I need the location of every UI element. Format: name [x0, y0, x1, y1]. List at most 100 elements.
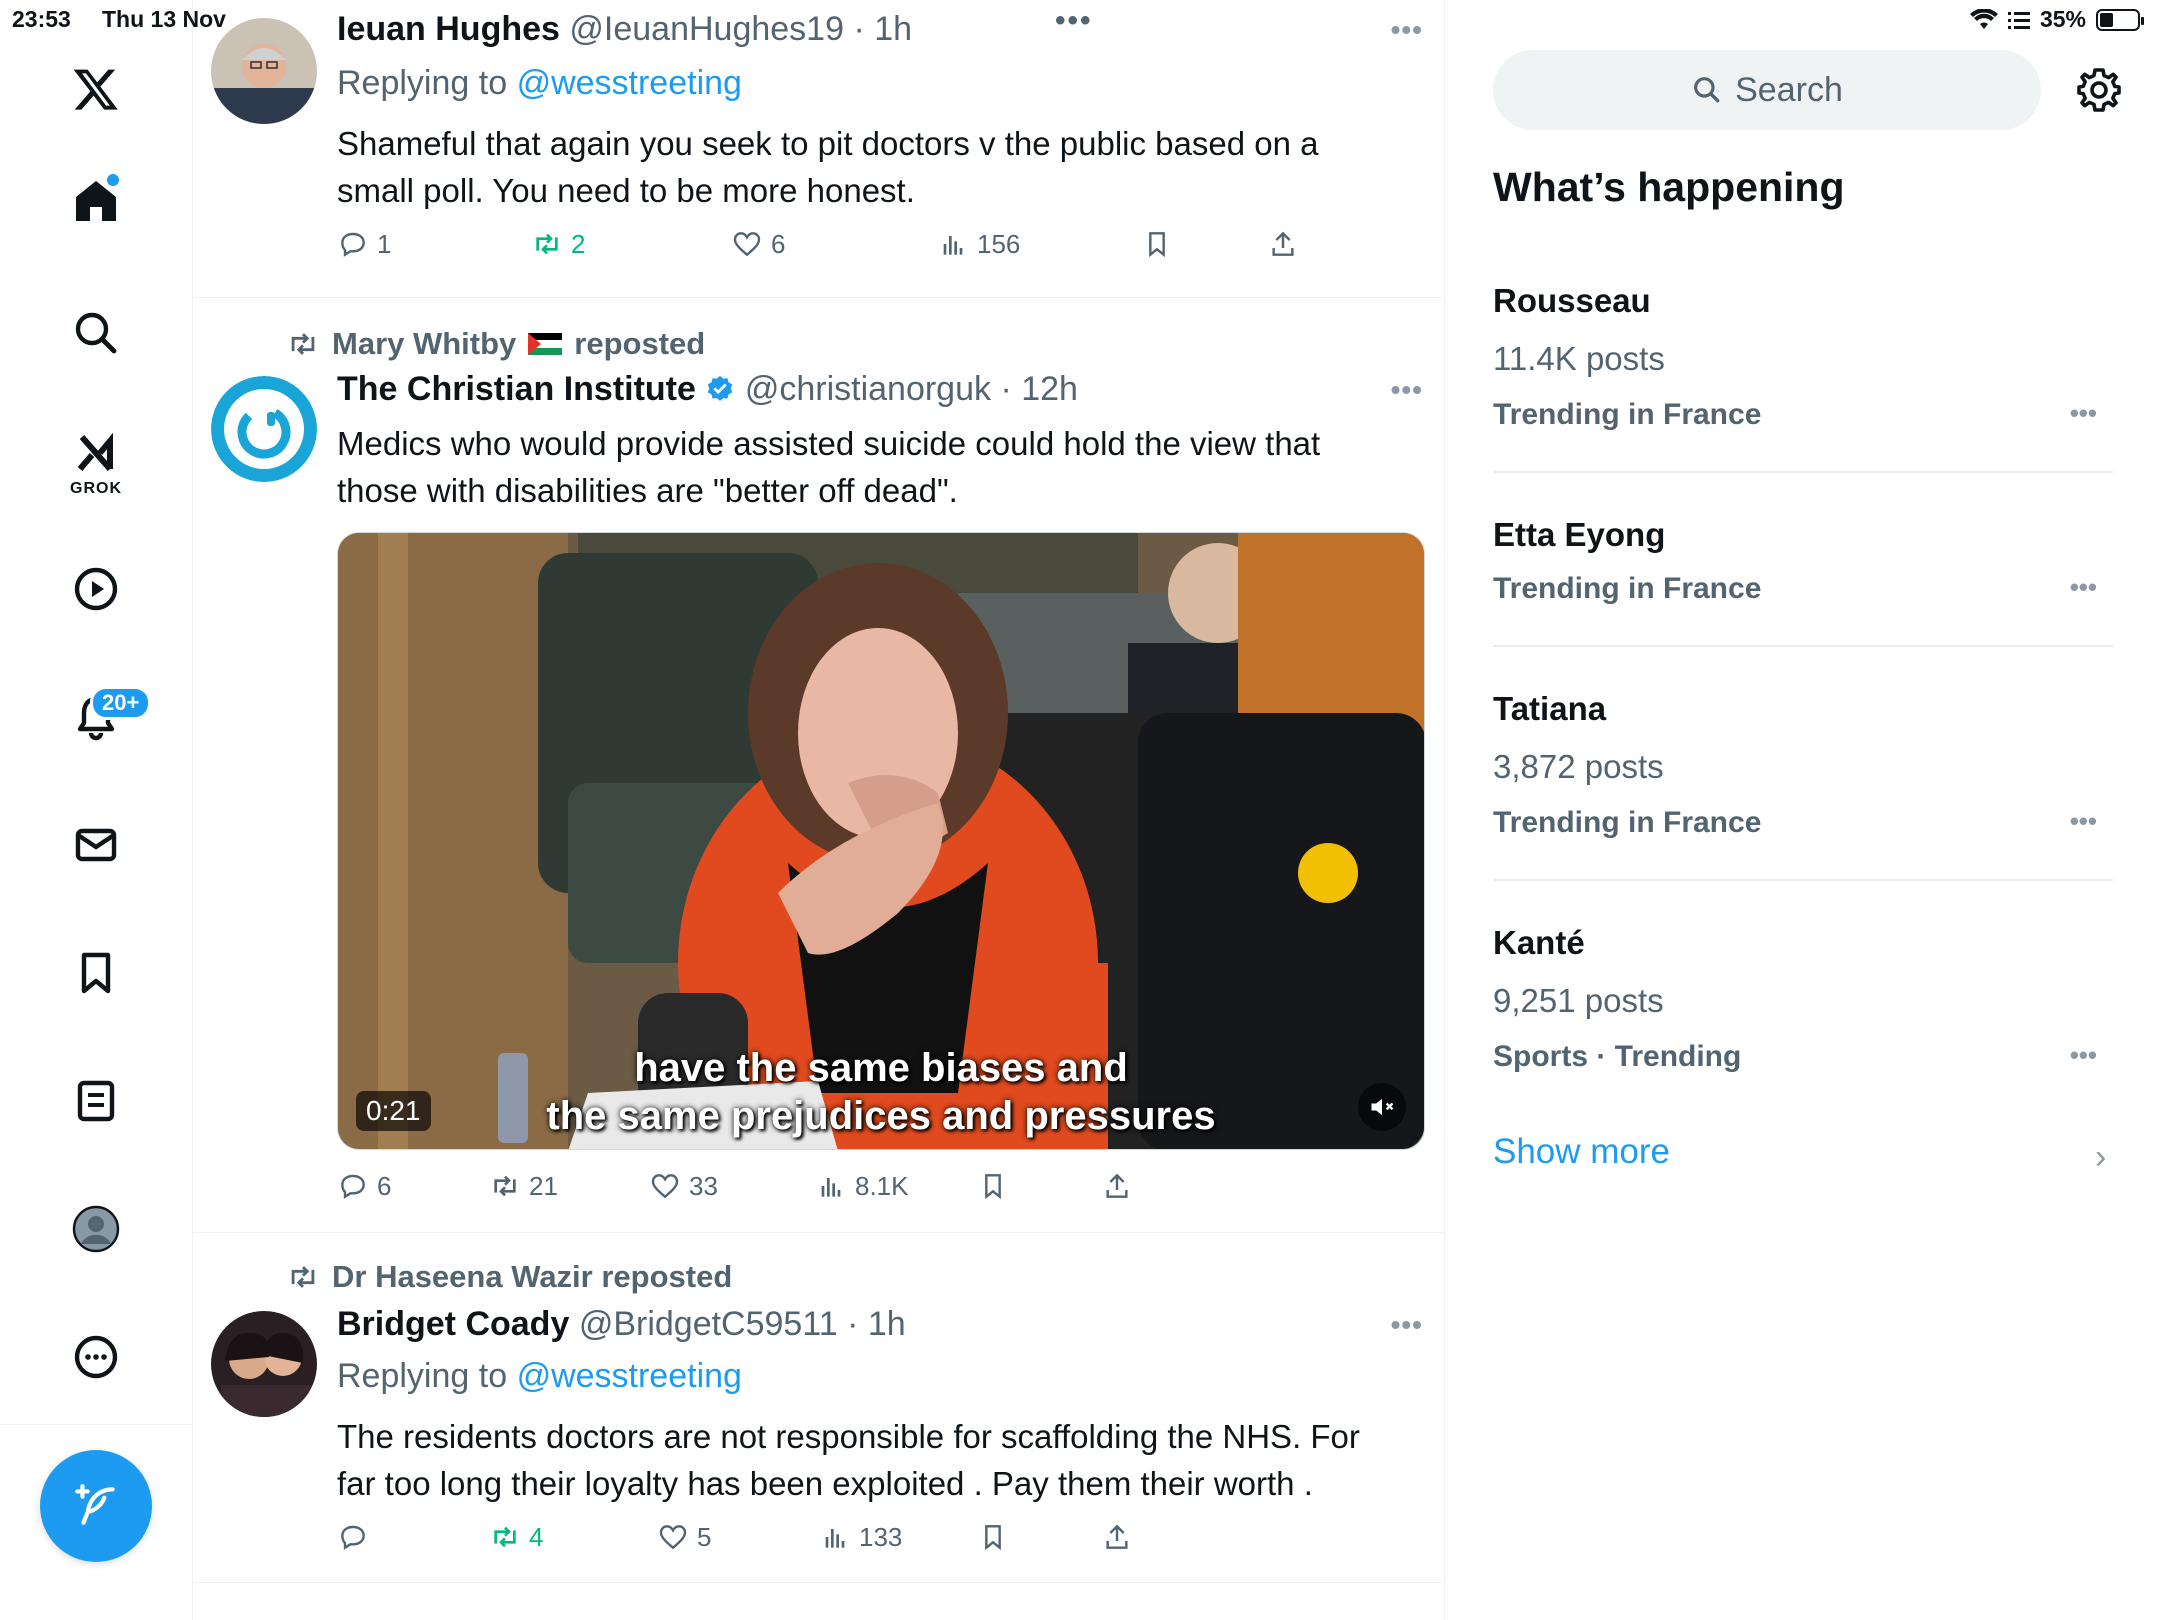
author-handle[interactable]: @christianorguk — [745, 370, 991, 408]
tweet-more-icon[interactable]: ••• — [1391, 1309, 1423, 1341]
repost-icon — [291, 333, 315, 355]
notifications-badge: 20+ — [90, 686, 152, 720]
trend-context: Trending in France — [1493, 398, 1762, 431]
profile-icon[interactable] — [55, 1188, 137, 1270]
tweet-time[interactable]: 12h — [1021, 370, 1078, 408]
dot-separator: · — [837, 1305, 868, 1343]
like-icon — [651, 1174, 679, 1199]
views-count: 8.1K — [855, 1170, 909, 1201]
views-icon — [821, 1178, 841, 1197]
tweet[interactable]: Mary Whitby reposted The Christian Insti… — [193, 298, 1444, 1233]
repost-button[interactable]: 2 — [531, 228, 585, 260]
avatar[interactable] — [211, 1311, 317, 1417]
views-button[interactable]: 133 — [819, 1521, 902, 1553]
repost-button[interactable]: 4 — [489, 1521, 543, 1553]
like-count: 5 — [697, 1521, 712, 1552]
bookmark-icon — [1149, 232, 1165, 258]
video-caption-line-2: the same prejudices and pressures — [546, 1094, 1216, 1138]
trend-item[interactable]: Rousseau 11.4K posts Trending in France … — [1493, 278, 2113, 473]
trend-item[interactable]: Etta Eyong Trending in France ••• — [1493, 512, 2113, 647]
trend-context: Trending in France — [1493, 806, 1762, 839]
reposted-by-name[interactable]: Dr Haseena Wazir reposted — [332, 1259, 732, 1295]
tweet-header: Bridget Coady @BridgetC59511 · 1h — [337, 1305, 906, 1344]
compose-icon — [75, 1484, 115, 1525]
search-placeholder: Search — [1735, 70, 1843, 109]
bookmark-icon[interactable] — [55, 932, 137, 1014]
gear-icon[interactable] — [2075, 66, 2123, 114]
verified-icon — [708, 375, 733, 401]
trend-more-icon[interactable]: ••• — [2070, 806, 2097, 837]
replying-to: Replying to @wesstreeting — [337, 64, 742, 103]
reply-button[interactable] — [337, 1521, 377, 1553]
clock: 23:53 — [12, 6, 71, 32]
bookmark-button[interactable] — [977, 1170, 1009, 1202]
tweet-actions: 1 2 6 156 — [337, 228, 1337, 268]
like-button[interactable]: 33 — [649, 1170, 718, 1202]
repost-count: 4 — [529, 1521, 544, 1552]
reply-button[interactable]: 6 — [337, 1170, 391, 1202]
reply-mention-link[interactable]: @wesstreeting — [517, 1357, 742, 1395]
trend-context: Trending in France — [1493, 572, 1762, 605]
reply-count: 1 — [377, 228, 392, 259]
share-button[interactable] — [1101, 1170, 1133, 1202]
x-logo-icon[interactable] — [55, 48, 137, 130]
reply-count: 6 — [377, 1170, 392, 1201]
views-icon — [943, 236, 963, 255]
reply-icon — [341, 232, 365, 257]
list-icon[interactable] — [55, 1060, 137, 1142]
left-nav: GROK 20+ — [0, 0, 193, 1620]
share-button[interactable] — [1267, 228, 1299, 260]
author-name[interactable]: Bridget Coady — [337, 1305, 569, 1343]
repost-button[interactable]: 21 — [489, 1170, 558, 1202]
mail-icon[interactable] — [55, 804, 137, 886]
grok-label: GROK — [70, 480, 122, 497]
tweet-more-icon[interactable]: ••• — [1391, 374, 1423, 406]
video-icon[interactable] — [55, 548, 137, 630]
tweet-time[interactable]: 1h — [868, 1305, 906, 1343]
reposted-by-name[interactable]: Mary Whitby — [332, 326, 516, 362]
views-button[interactable]: 156 — [937, 228, 1020, 260]
repost-count: 21 — [529, 1170, 558, 1201]
like-button[interactable]: 5 — [657, 1521, 711, 1553]
bookmark-button[interactable] — [1141, 228, 1173, 260]
list-status-icon — [2007, 11, 2030, 29]
tweet-actions: 6 21 33 8.1K — [337, 1170, 1337, 1210]
trend-divider — [1493, 645, 2113, 647]
like-button[interactable]: 6 — [731, 228, 785, 260]
repost-context: Dr Haseena Wazir reposted — [286, 1259, 732, 1295]
tweet-text: The residents doctors are not responsibl… — [337, 1418, 1360, 1502]
reply-button[interactable]: 1 — [337, 228, 391, 260]
video-caption-line-1: have the same biases and — [634, 1046, 1128, 1090]
trend-more-icon[interactable]: ••• — [2070, 398, 2097, 429]
flag-icon — [528, 333, 563, 355]
replying-prefix: Replying to — [337, 64, 508, 102]
chevron-right-icon[interactable]: › — [2095, 1138, 2106, 1177]
video-player[interactable]: have the same biases and the same prejud… — [337, 532, 1425, 1150]
trend-item[interactable]: Tatiana 3,872 posts Trending in France •… — [1493, 686, 2113, 881]
trend-more-icon[interactable]: ••• — [2070, 572, 2097, 603]
repost-icon — [291, 1266, 315, 1288]
share-icon — [1272, 231, 1294, 256]
tweet[interactable]: Dr Haseena Wazir reposted Bridget Coady … — [193, 1233, 1444, 1583]
views-button[interactable]: 8.1K — [815, 1170, 909, 1202]
share-button[interactable] — [1101, 1521, 1133, 1553]
author-handle[interactable]: @BridgetC59511 — [579, 1305, 838, 1343]
compose-button[interactable] — [40, 1450, 152, 1562]
home-icon[interactable] — [55, 160, 137, 242]
author-name[interactable]: The Christian Institute — [337, 370, 696, 408]
tweet[interactable]: Ieuan Hughes @IeuanHughes19 · 1h ••• Rep… — [193, 0, 1444, 298]
trend-item[interactable]: Kanté 9,251 posts Sports · Trending ••• — [1493, 920, 2113, 1090]
search-icon[interactable] — [55, 292, 137, 374]
trend-divider — [1493, 879, 2113, 881]
more-icon[interactable] — [55, 1316, 137, 1398]
reply-mention-link[interactable]: @wesstreeting — [517, 64, 742, 102]
show-more-link[interactable]: Show more — [1493, 1132, 1670, 1172]
battery-fill — [2100, 12, 2113, 27]
search-input[interactable]: Search — [1493, 50, 2041, 130]
bookmark-button[interactable] — [977, 1521, 1009, 1553]
tweet-header: The Christian Institute @christianorguk … — [337, 370, 1078, 409]
avatar[interactable] — [211, 376, 317, 482]
trend-more-icon[interactable]: ••• — [2070, 1040, 2097, 1071]
mute-button[interactable] — [1358, 1083, 1406, 1131]
video-duration: 0:21 — [356, 1091, 431, 1131]
